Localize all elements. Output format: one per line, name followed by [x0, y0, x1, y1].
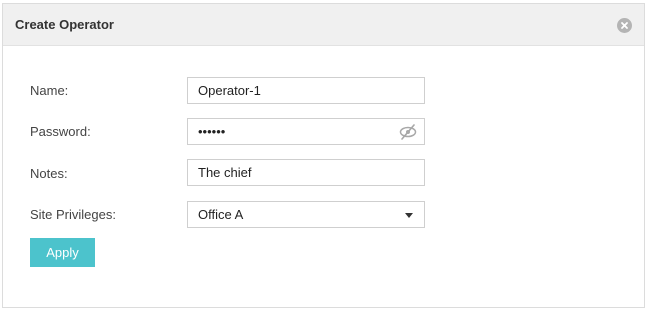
- password-field[interactable]: ••••••: [198, 124, 225, 139]
- notes-field-box: [187, 159, 425, 186]
- close-icon[interactable]: [617, 18, 632, 33]
- notes-label: Notes:: [30, 166, 68, 181]
- create-operator-dialog: Create Operator: [2, 3, 645, 308]
- eye-slash-icon[interactable]: [398, 123, 418, 141]
- site-privileges-label: Site Privileges:: [30, 207, 116, 222]
- notes-field[interactable]: [188, 160, 398, 185]
- password-field-box: ••••••: [187, 118, 425, 145]
- name-label: Name:: [30, 83, 69, 98]
- site-privileges-select[interactable]: Office A: [187, 201, 425, 228]
- name-field-box: [187, 77, 425, 104]
- dialog-header: Create Operator: [3, 4, 644, 46]
- password-label: Password:: [30, 124, 91, 139]
- site-privileges-selected: Office A: [198, 207, 244, 222]
- caret-down-icon: [405, 213, 413, 218]
- name-field[interactable]: [188, 78, 398, 103]
- dialog-title: Create Operator: [15, 17, 114, 32]
- apply-button[interactable]: Apply: [30, 238, 95, 267]
